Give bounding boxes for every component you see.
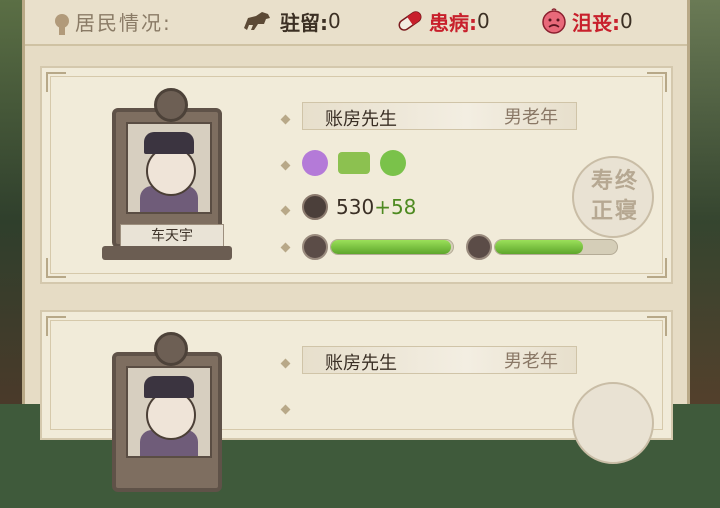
resident-portrait[interactable] xyxy=(102,332,232,508)
residents-panel: 居民情况: 驻留: 0 患病: 0 沮丧: 0 车天宇 账房先生 男老年 530… xyxy=(22,0,690,492)
sad-face-icon xyxy=(542,8,566,34)
profession-name: 账房先生 xyxy=(325,353,397,374)
resident-title-box: 账房先生 男老年 xyxy=(302,346,577,374)
stay-status: 驻留: 0 xyxy=(240,6,341,36)
pill-icon xyxy=(398,11,422,31)
strength-arm-icon[interactable] xyxy=(380,150,406,176)
resident-status-header: 居民情况: 驻留: 0 患病: 0 沮丧: 0 xyxy=(25,0,687,46)
background-right xyxy=(686,0,720,404)
happiness-icon xyxy=(466,234,492,260)
age-gender: 男老年 xyxy=(504,351,558,372)
happiness-bar xyxy=(494,239,618,255)
frame-ornament xyxy=(154,332,188,366)
resident-avatar xyxy=(126,122,212,214)
horse-icon xyxy=(244,12,270,30)
health-bar-fill xyxy=(331,240,451,254)
resident-portrait[interactable]: 车天宇 xyxy=(102,88,232,264)
money-stack-icon[interactable] xyxy=(338,152,370,174)
trait-icons xyxy=(302,150,406,176)
resident-title-box: 账房先生 男老年 xyxy=(302,102,577,130)
sick-status: 患病: 0 xyxy=(395,6,490,36)
character-name: 车天宇 xyxy=(120,224,224,248)
age-gender: 男老年 xyxy=(504,107,558,128)
frame-base xyxy=(102,246,232,260)
profession-name: 账房先生 xyxy=(325,109,397,130)
resident-status-title: 居民情况: xyxy=(55,6,172,36)
heart-icon xyxy=(302,234,328,260)
power-icon xyxy=(302,194,328,220)
status-seal xyxy=(572,382,654,464)
status-seal: 寿终正寝 xyxy=(572,156,654,238)
resident-card[interactable]: 账房先生 男老年 xyxy=(40,310,673,492)
power-stat: 530+58 xyxy=(302,194,416,220)
health-bar xyxy=(330,239,454,255)
resident-card[interactable]: 车天宇 账房先生 男老年 530+58 寿终正寝 xyxy=(40,66,673,284)
hairbun-icon[interactable] xyxy=(302,150,328,176)
depressed-status: 沮丧: 0 xyxy=(540,6,633,36)
pin-icon xyxy=(55,14,69,35)
happiness-bar-fill xyxy=(495,240,583,254)
power-value: 530+58 xyxy=(336,195,417,219)
frame-ornament xyxy=(154,88,188,122)
status-bars xyxy=(302,234,618,260)
resident-avatar xyxy=(126,366,212,458)
